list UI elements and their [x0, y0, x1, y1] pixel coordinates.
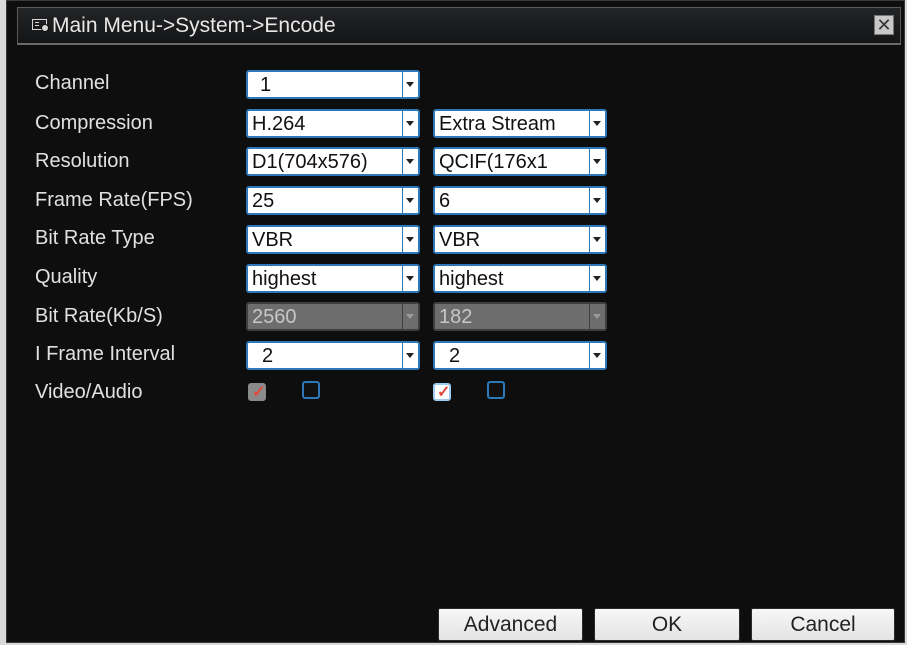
chevron-down-icon [589, 266, 605, 291]
cancel-button[interactable]: Cancel [751, 608, 895, 641]
bit-rate-type-label: Bit Rate Type [35, 227, 155, 249]
chevron-down-icon [589, 227, 605, 252]
frame-rate-label: Frame Rate(FPS) [35, 189, 193, 211]
stream-type-select[interactable]: Extra Stream [433, 109, 607, 138]
main-quality-value: highest [252, 268, 317, 290]
extra-frame-rate-value: 6 [439, 190, 451, 212]
channel-select[interactable]: 1 [246, 70, 420, 99]
extra-bit-rate-type-value: VBR [439, 229, 481, 251]
chevron-down-icon [589, 343, 605, 368]
chevron-down-icon [402, 111, 418, 136]
main-bit-rate-type-value: VBR [252, 229, 294, 251]
quality-label: Quality [35, 266, 98, 288]
extra-i-frame-interval-value: 2 [449, 345, 461, 367]
main-resolution-value: D1(704x576) [252, 151, 368, 173]
extra-quality-value: highest [439, 268, 504, 290]
bit-rate-label: Bit Rate(Kb/S) [35, 305, 163, 327]
title-bar: Main Menu->System->Encode ✕ [17, 7, 901, 45]
compression-value: H.264 [252, 113, 306, 135]
check-mark-icon: ✓ [252, 384, 266, 401]
extra-resolution-value: QCIF(176x1 [439, 151, 548, 173]
channel-label: Channel [35, 72, 110, 94]
compression-label: Compression [35, 112, 153, 134]
extra-bit-rate-value: 182 [439, 306, 473, 328]
main-resolution-select[interactable]: D1(704x576) [246, 147, 420, 176]
chevron-down-icon [402, 72, 418, 97]
chevron-down-icon [402, 343, 418, 368]
chevron-down-icon [402, 227, 418, 252]
main-bit-rate-value: 2560 [252, 306, 297, 328]
extra-i-frame-interval-select[interactable]: 2 [433, 341, 607, 370]
extra-resolution-select[interactable]: QCIF(176x1 [433, 147, 607, 176]
close-button[interactable]: ✕ [874, 15, 894, 35]
resolution-label: Resolution [35, 150, 130, 172]
chevron-down-icon [589, 304, 605, 329]
check-mark-icon: ✓ [437, 384, 451, 401]
extra-quality-select[interactable]: highest [433, 264, 607, 293]
video-audio-label: Video/Audio [35, 381, 143, 403]
compression-select[interactable]: H.264 [246, 109, 420, 138]
extra-frame-rate-select[interactable]: 6 [433, 186, 607, 215]
main-bit-rate-select: 2560 [246, 302, 420, 331]
channel-value: 1 [260, 74, 272, 96]
main-bit-rate-type-select[interactable]: VBR [246, 225, 420, 254]
main-audio-checkbox[interactable] [302, 381, 320, 399]
main-frame-rate-value: 25 [252, 190, 275, 212]
chevron-down-icon [589, 149, 605, 174]
video-settings-icon [32, 19, 49, 32]
chevron-down-icon [402, 304, 418, 329]
main-i-frame-interval-value: 2 [262, 345, 274, 367]
main-video-checkbox: ✓ [248, 383, 266, 401]
main-i-frame-interval-select[interactable]: 2 [246, 341, 420, 370]
encode-dialog: Main Menu->System->Encode ✕ Channel Comp… [6, 0, 905, 643]
window-title: Main Menu->System->Encode [52, 14, 336, 37]
i-frame-interval-label: I Frame Interval [35, 343, 176, 365]
extra-bit-rate-type-select[interactable]: VBR [433, 225, 607, 254]
extra-bit-rate-select: 182 [433, 302, 607, 331]
chevron-down-icon [402, 149, 418, 174]
chevron-down-icon [402, 266, 418, 291]
main-quality-select[interactable]: highest [246, 264, 420, 293]
chevron-down-icon [589, 111, 605, 136]
extra-audio-checkbox[interactable] [487, 381, 505, 399]
extra-video-checkbox[interactable]: ✓ [433, 383, 451, 401]
stream-type-value: Extra Stream [439, 113, 556, 135]
chevron-down-icon [402, 188, 418, 213]
ok-button[interactable]: OK [594, 608, 740, 641]
advanced-button[interactable]: Advanced [438, 608, 583, 641]
chevron-down-icon [589, 188, 605, 213]
main-frame-rate-select[interactable]: 25 [246, 186, 420, 215]
